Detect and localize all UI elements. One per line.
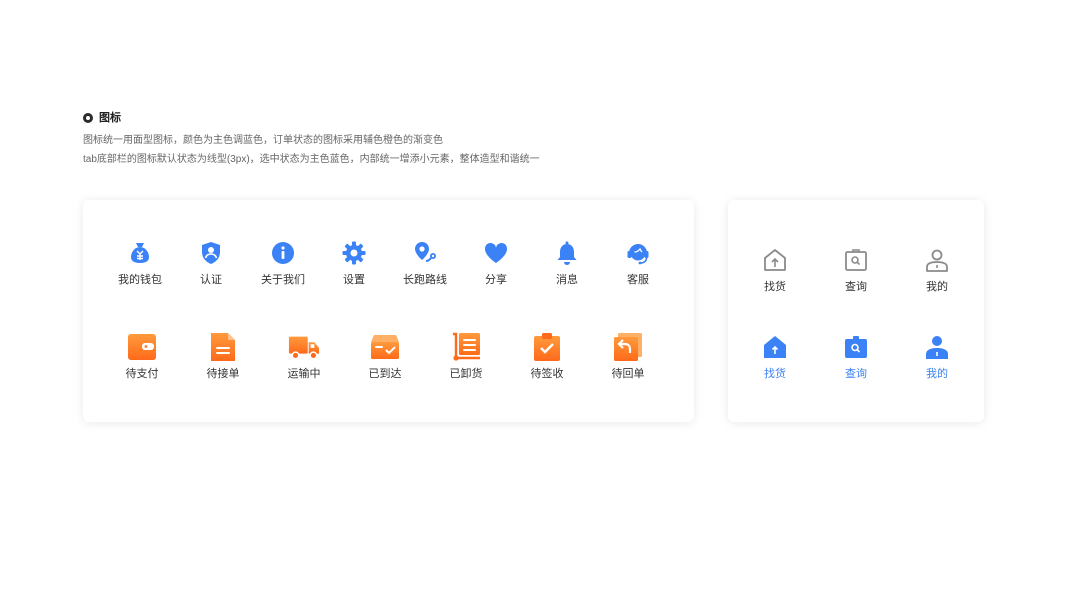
icon-item-route[interactable]: 长跑路线 [385,237,465,287]
icon-showcase-card: 我的钱包 认证 关于我们 设置 长跑路线 分享 消息 客服 待支付 待接单 运输… [83,200,694,422]
tab-label: 我的 [926,368,948,380]
section-title: 图标 [99,112,121,124]
icon-item-arrived[interactable]: 已到达 [345,331,425,381]
house-upload-icon [759,244,791,276]
icon-label: 我的钱包 [118,274,162,286]
user-icon [921,244,953,276]
tab-label: 找货 [764,368,786,380]
box-check-icon [369,331,401,363]
icon-item-pending-return-receipt[interactable]: 待回单 [588,331,668,381]
icon-item-pending-receipt[interactable]: 待签收 [507,331,587,381]
tab-mine-selected[interactable]: 我的 [897,331,977,381]
icon-item-in-transit[interactable]: 运输中 [264,331,344,381]
return-receipt-icon [612,331,644,363]
bell-icon [551,237,583,269]
icon-item-unloaded[interactable]: 已卸货 [426,331,506,381]
handcart-icon [450,331,482,363]
icon-item-certification[interactable]: 认证 [171,237,251,287]
icon-label: 认证 [200,274,222,286]
description-line-2: tab底部栏的图标默认状态为线型(3px)，选中状态为主色蓝色，内部统一增添小元… [83,154,540,165]
tab-query-selected[interactable]: 查询 [816,331,896,381]
icon-item-share[interactable]: 分享 [456,237,536,287]
icon-label: 待签收 [530,368,564,380]
tab-label: 查询 [845,368,867,380]
route-pin-icon [409,237,441,269]
house-upload-icon [759,331,791,363]
tab-label: 找货 [764,281,786,293]
icon-label: 关于我们 [261,274,305,286]
wallet-icon [126,331,158,363]
tab-find-goods-selected[interactable]: 找货 [735,331,815,381]
truck-icon [288,331,320,363]
gear-icon [338,237,370,269]
icon-label: 消息 [556,274,578,286]
bullet-icon [83,113,93,123]
icon-label: 客服 [627,274,649,286]
icon-item-customer-service[interactable]: 客服 [598,237,678,287]
tab-find-goods-default[interactable]: 找货 [735,244,815,294]
info-icon [267,237,299,269]
icon-label: 运输中 [287,368,321,380]
tab-query-default[interactable]: 查询 [816,244,896,294]
section-header: 图标 [83,111,121,125]
icon-item-messages[interactable]: 消息 [527,237,607,287]
money-bag-icon [124,237,156,269]
icon-label: 待支付 [125,368,159,380]
icon-label: 长跑路线 [403,274,447,286]
icon-label: 待接单 [206,368,240,380]
heart-icon [480,237,512,269]
tab-bar-icon-card: 找货 查询 我的 找货 查询 我的 [728,200,984,422]
icon-item-pending-payment[interactable]: 待支付 [102,331,182,381]
document-icon [207,331,239,363]
search-box-icon [840,244,872,276]
search-box-icon [840,331,872,363]
clipboard-check-icon [531,331,563,363]
icon-item-wallet[interactable]: 我的钱包 [100,237,180,287]
icon-label: 设置 [343,274,365,286]
icon-label: 已卸货 [449,368,483,380]
tab-mine-default[interactable]: 我的 [897,244,977,294]
icon-item-settings[interactable]: 设置 [314,237,394,287]
icon-label: 分享 [485,274,507,286]
headset-icon [622,237,654,269]
icon-label: 待回单 [611,368,645,380]
tab-label: 查询 [845,281,867,293]
icon-item-about-us[interactable]: 关于我们 [243,237,323,287]
icon-label: 已到达 [368,368,402,380]
user-icon [921,331,953,363]
icon-item-pending-acceptance[interactable]: 待接单 [183,331,263,381]
shield-user-icon [195,237,227,269]
tab-label: 我的 [926,281,948,293]
description-line-1: 图标统一用面型图标，颜色为主色调蓝色，订单状态的图标采用辅色橙色的渐变色 [83,135,443,146]
